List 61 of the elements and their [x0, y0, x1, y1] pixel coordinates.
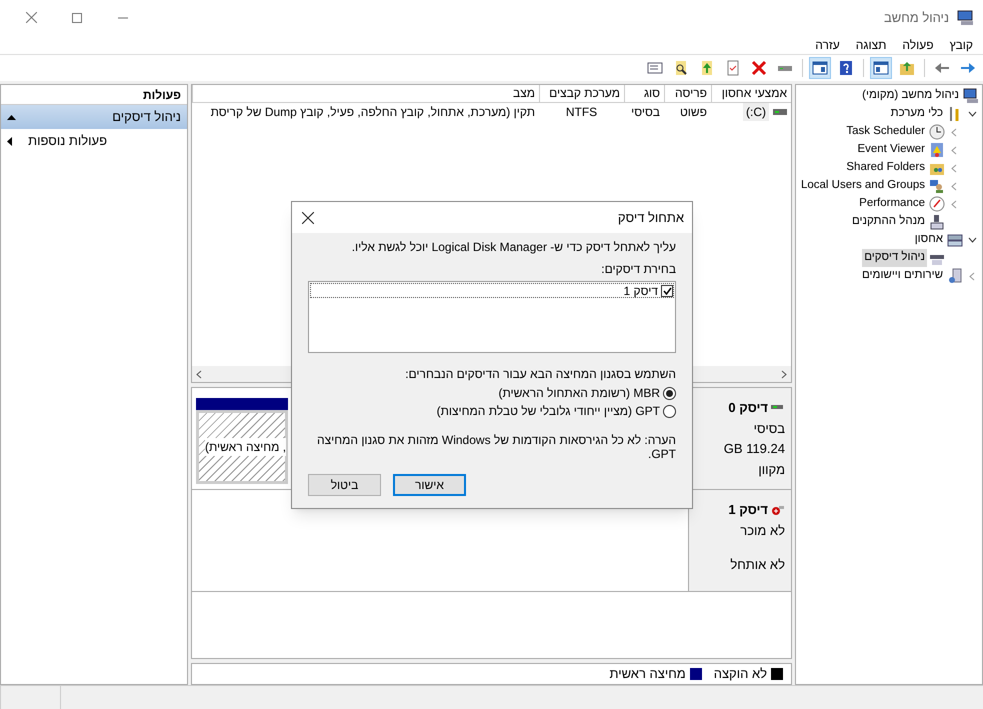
- list-item[interactable]: דיסק 1: [310, 283, 674, 298]
- intro-text: עליך לאתחל דיסק כדי ש- Logical Disk Manager יוכל לגשת אליו.: [352, 239, 676, 255]
- expand-icon[interactable]: [7, 136, 12, 146]
- dialog-button[interactable]: אישור: [393, 474, 466, 496]
- partition-label: , מחיצה ראשית): [205, 438, 286, 456]
- disk-list[interactable]: דיסק 1: [308, 281, 676, 353]
- computer-icon: [963, 88, 979, 104]
- chevron-down-icon[interactable]: [968, 111, 976, 117]
- dialog-button[interactable]: ביטול: [308, 474, 381, 496]
- chevron-left-icon[interactable]: [951, 164, 957, 172]
- legend-label: מחיצה ראשית: [609, 665, 686, 684]
- collapse-icon[interactable]: [7, 114, 16, 120]
- disk-info: בסיסי: [752, 420, 785, 438]
- table-cell-text: בסיסי: [630, 104, 661, 121]
- chevron-left-icon[interactable]: [951, 200, 957, 208]
- note-text: הערה: לא כל הגירסאות הקודמות של Windows מזהות את סגנון המחיצה GPT.: [316, 433, 676, 461]
- radio-option[interactable]: MBR (רשומת האתחול הראשית): [498, 385, 676, 401]
- storage-icon: [947, 232, 963, 248]
- menu-item[interactable]: פעולה: [900, 36, 936, 54]
- log-icon: [929, 142, 945, 158]
- column-header[interactable]: מצב: [192, 85, 539, 102]
- table-cell: (C:): [742, 103, 769, 121]
- column-header[interactable]: אמצעי אחסון: [711, 85, 791, 102]
- chevron-left-icon[interactable]: [951, 146, 957, 154]
- disk-info: לא מוכר: [739, 522, 785, 540]
- scroll-left-icon[interactable]: [196, 370, 202, 378]
- chevron-down-icon[interactable]: [968, 237, 976, 243]
- legend-label: לא הוקצה: [714, 665, 767, 684]
- column-header[interactable]: מערכת קבצים: [539, 85, 624, 102]
- chevron-left-icon[interactable]: [951, 128, 957, 136]
- users-icon: [929, 178, 945, 194]
- column-header[interactable]: סוג: [624, 85, 664, 102]
- drive-icon: [773, 109, 787, 115]
- clock-icon: [929, 124, 945, 140]
- chevron-left-icon[interactable]: [951, 182, 957, 190]
- menu-item[interactable]: קובץ: [948, 36, 975, 54]
- field-label: בחירת דיסקים:: [601, 261, 676, 278]
- field-label: השתמש בסגנון המחיצה הבא עבור הדיסקים הנבחרים:: [405, 366, 676, 383]
- disk-name: דיסק 0: [728, 399, 768, 417]
- gauge-icon: [929, 196, 945, 212]
- table-cell-text: פשוט: [678, 104, 708, 121]
- scroll-right-icon[interactable]: [781, 370, 787, 378]
- maximize-icon[interactable]: [72, 12, 82, 22]
- radio-option[interactable]: GPT (מציין ייחודי גלובלי של טבלת המחיצות): [436, 403, 676, 419]
- table-cell-text: NTFS: [564, 104, 598, 121]
- column-header[interactable]: פריסה: [664, 85, 711, 102]
- device-icon: [929, 214, 945, 230]
- disk-info: GB 119.24: [722, 440, 785, 458]
- disk-info: לא אותחל: [729, 556, 785, 574]
- window-title: ניהול מחשב: [884, 8, 949, 27]
- check-icon: [662, 286, 672, 294]
- table-cell-text: תקין (מערכת, אתחול, קובץ החלפה, פעיל, קובץ Dump של קריסת: [210, 104, 536, 121]
- dialog-title: אתחול דיסק: [618, 208, 684, 227]
- app-icon: [957, 10, 975, 26]
- disk-info: מקוון: [757, 460, 785, 478]
- menu-item[interactable]: עזרה: [813, 36, 842, 54]
- action-link[interactable]: פעולות נוספות: [28, 131, 107, 151]
- menu-item[interactable]: תצוגה: [854, 36, 888, 54]
- tree-item[interactable]: ניהול דיסקים: [862, 249, 927, 267]
- disk-name: דיסק 1: [728, 501, 768, 519]
- chevron-left-icon[interactable]: [969, 272, 975, 280]
